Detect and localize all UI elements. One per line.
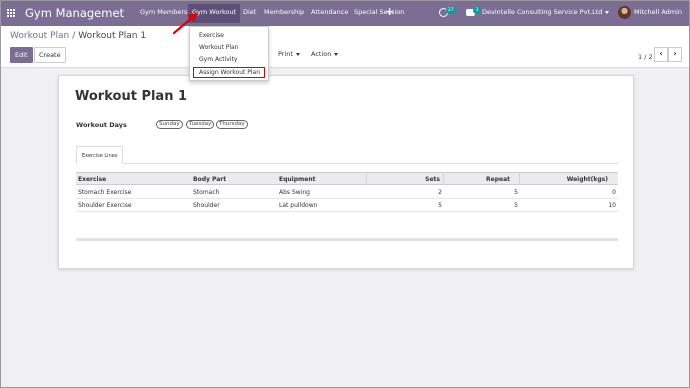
table-row[interactable]: Stomach Exercise Stomach Abs Swing 2 5 0 xyxy=(76,186,618,199)
table-header: Exercise Body Part Equipment Sets Repeat… xyxy=(76,172,618,185)
menu-diet[interactable]: Diet xyxy=(243,8,256,16)
tab-divider xyxy=(76,163,618,164)
avatar[interactable] xyxy=(618,6,631,19)
action-button[interactable]: Action xyxy=(306,46,344,62)
quick-create-plus-icon[interactable]: + xyxy=(385,5,394,18)
cell-body-part: Shoulder xyxy=(193,202,220,209)
column-divider xyxy=(366,173,367,185)
breadcrumb-parent-link[interactable]: Workout Plan xyxy=(10,31,69,41)
tab-exercise-lines[interactable]: Exercise Lines xyxy=(76,146,124,164)
column-header-body-part[interactable]: Body Part xyxy=(193,176,226,183)
highlight-box xyxy=(193,67,265,78)
red-arrow-annotation xyxy=(172,13,198,35)
day-tag-tuesday: Tuesday xyxy=(186,120,215,129)
company-switcher[interactable]: Devintelle Consulting Service Pvt.Ltd xyxy=(482,8,610,16)
print-label: Print xyxy=(278,50,293,58)
create-button[interactable]: Create xyxy=(34,47,66,63)
cell-exercise: Shoulder Exercise xyxy=(78,202,132,209)
column-divider xyxy=(443,173,444,185)
company-name: Devintelle Consulting Service Pvt.Ltd xyxy=(482,8,603,16)
cell-sets: 2 xyxy=(438,189,442,196)
cell-equipment: Lat pulldown xyxy=(279,202,318,209)
workout-days-label: Workout Days xyxy=(76,121,127,129)
cell-exercise: Stomach Exercise xyxy=(78,189,132,196)
chevron-down-icon xyxy=(605,10,610,14)
dropdown-item-exercise[interactable]: Exercise xyxy=(199,32,224,39)
dropdown-item-workout-plan[interactable]: Workout Plan xyxy=(199,44,238,51)
message-count-badge: 3 xyxy=(473,7,481,14)
column-header-equipment[interactable]: Equipment xyxy=(279,176,315,183)
cell-weight: 0 xyxy=(612,189,616,196)
column-header-sets[interactable]: Sets xyxy=(376,176,440,183)
top-navbar: Gym Managemet Gym Members Gym Workout Di… xyxy=(1,1,689,26)
chevron-left-icon: ‹ xyxy=(659,49,663,58)
record-title: Workout Plan 1 xyxy=(75,89,188,104)
app-window: Gym Managemet Gym Members Gym Workout Di… xyxy=(0,0,690,388)
activity-count-badge: 27 xyxy=(446,7,456,14)
print-button[interactable]: Print xyxy=(273,46,305,62)
cell-sets: 5 xyxy=(438,202,442,209)
menu-membership[interactable]: Membership xyxy=(264,8,304,16)
table-footer xyxy=(76,238,618,241)
app-title[interactable]: Gym Managemet xyxy=(25,6,124,20)
chevron-right-icon: › xyxy=(673,49,677,58)
menu-attendance[interactable]: Attendance xyxy=(311,8,348,16)
action-label: Action xyxy=(311,50,332,58)
day-tag-sunday: Sunday xyxy=(156,120,183,129)
cell-equipment: Abs Swing xyxy=(279,189,310,196)
gym-workout-dropdown: Exercise Workout Plan Gym Activity Assig… xyxy=(189,26,269,81)
table-row[interactable]: Shoulder Exercise Shoulder Lat pulldown … xyxy=(76,199,618,212)
cell-repeat: 5 xyxy=(514,202,518,209)
chevron-down-icon xyxy=(295,52,300,56)
column-header-repeat[interactable]: Repeat xyxy=(446,176,510,183)
menu-special-session[interactable]: Special Session xyxy=(354,8,404,16)
pager-next-button[interactable]: › xyxy=(668,47,682,62)
apps-menu-icon[interactable] xyxy=(7,9,15,17)
pager-value[interactable]: 1 / 2 xyxy=(638,53,653,61)
cell-body-part: Stomach xyxy=(193,189,220,196)
cell-weight: 10 xyxy=(608,202,616,209)
dropdown-item-gym-activity[interactable]: Gym Activity xyxy=(199,56,237,63)
column-header-weight[interactable]: Weight(kgs) xyxy=(522,176,608,183)
breadcrumb-current: Workout Plan 1 xyxy=(78,31,147,41)
day-tag-thursday: Thursday xyxy=(216,120,248,129)
column-divider xyxy=(519,173,520,185)
pager-previous-button[interactable]: ‹ xyxy=(654,47,668,62)
column-header-exercise[interactable]: Exercise xyxy=(78,176,106,183)
user-menu[interactable]: Mitchell Admin xyxy=(634,8,682,16)
edit-button[interactable]: Edit xyxy=(10,47,33,63)
control-panel: Workout Plan / Workout Plan 1 Edit Create … xyxy=(1,26,689,68)
breadcrumb-separator: / xyxy=(72,31,76,41)
chevron-down-icon xyxy=(334,52,339,56)
cell-repeat: 5 xyxy=(514,189,518,196)
breadcrumb: Workout Plan / Workout Plan 1 xyxy=(10,31,146,41)
form-sheet: Workout Plan 1 Workout Days Sunday Tuesd… xyxy=(58,75,634,269)
